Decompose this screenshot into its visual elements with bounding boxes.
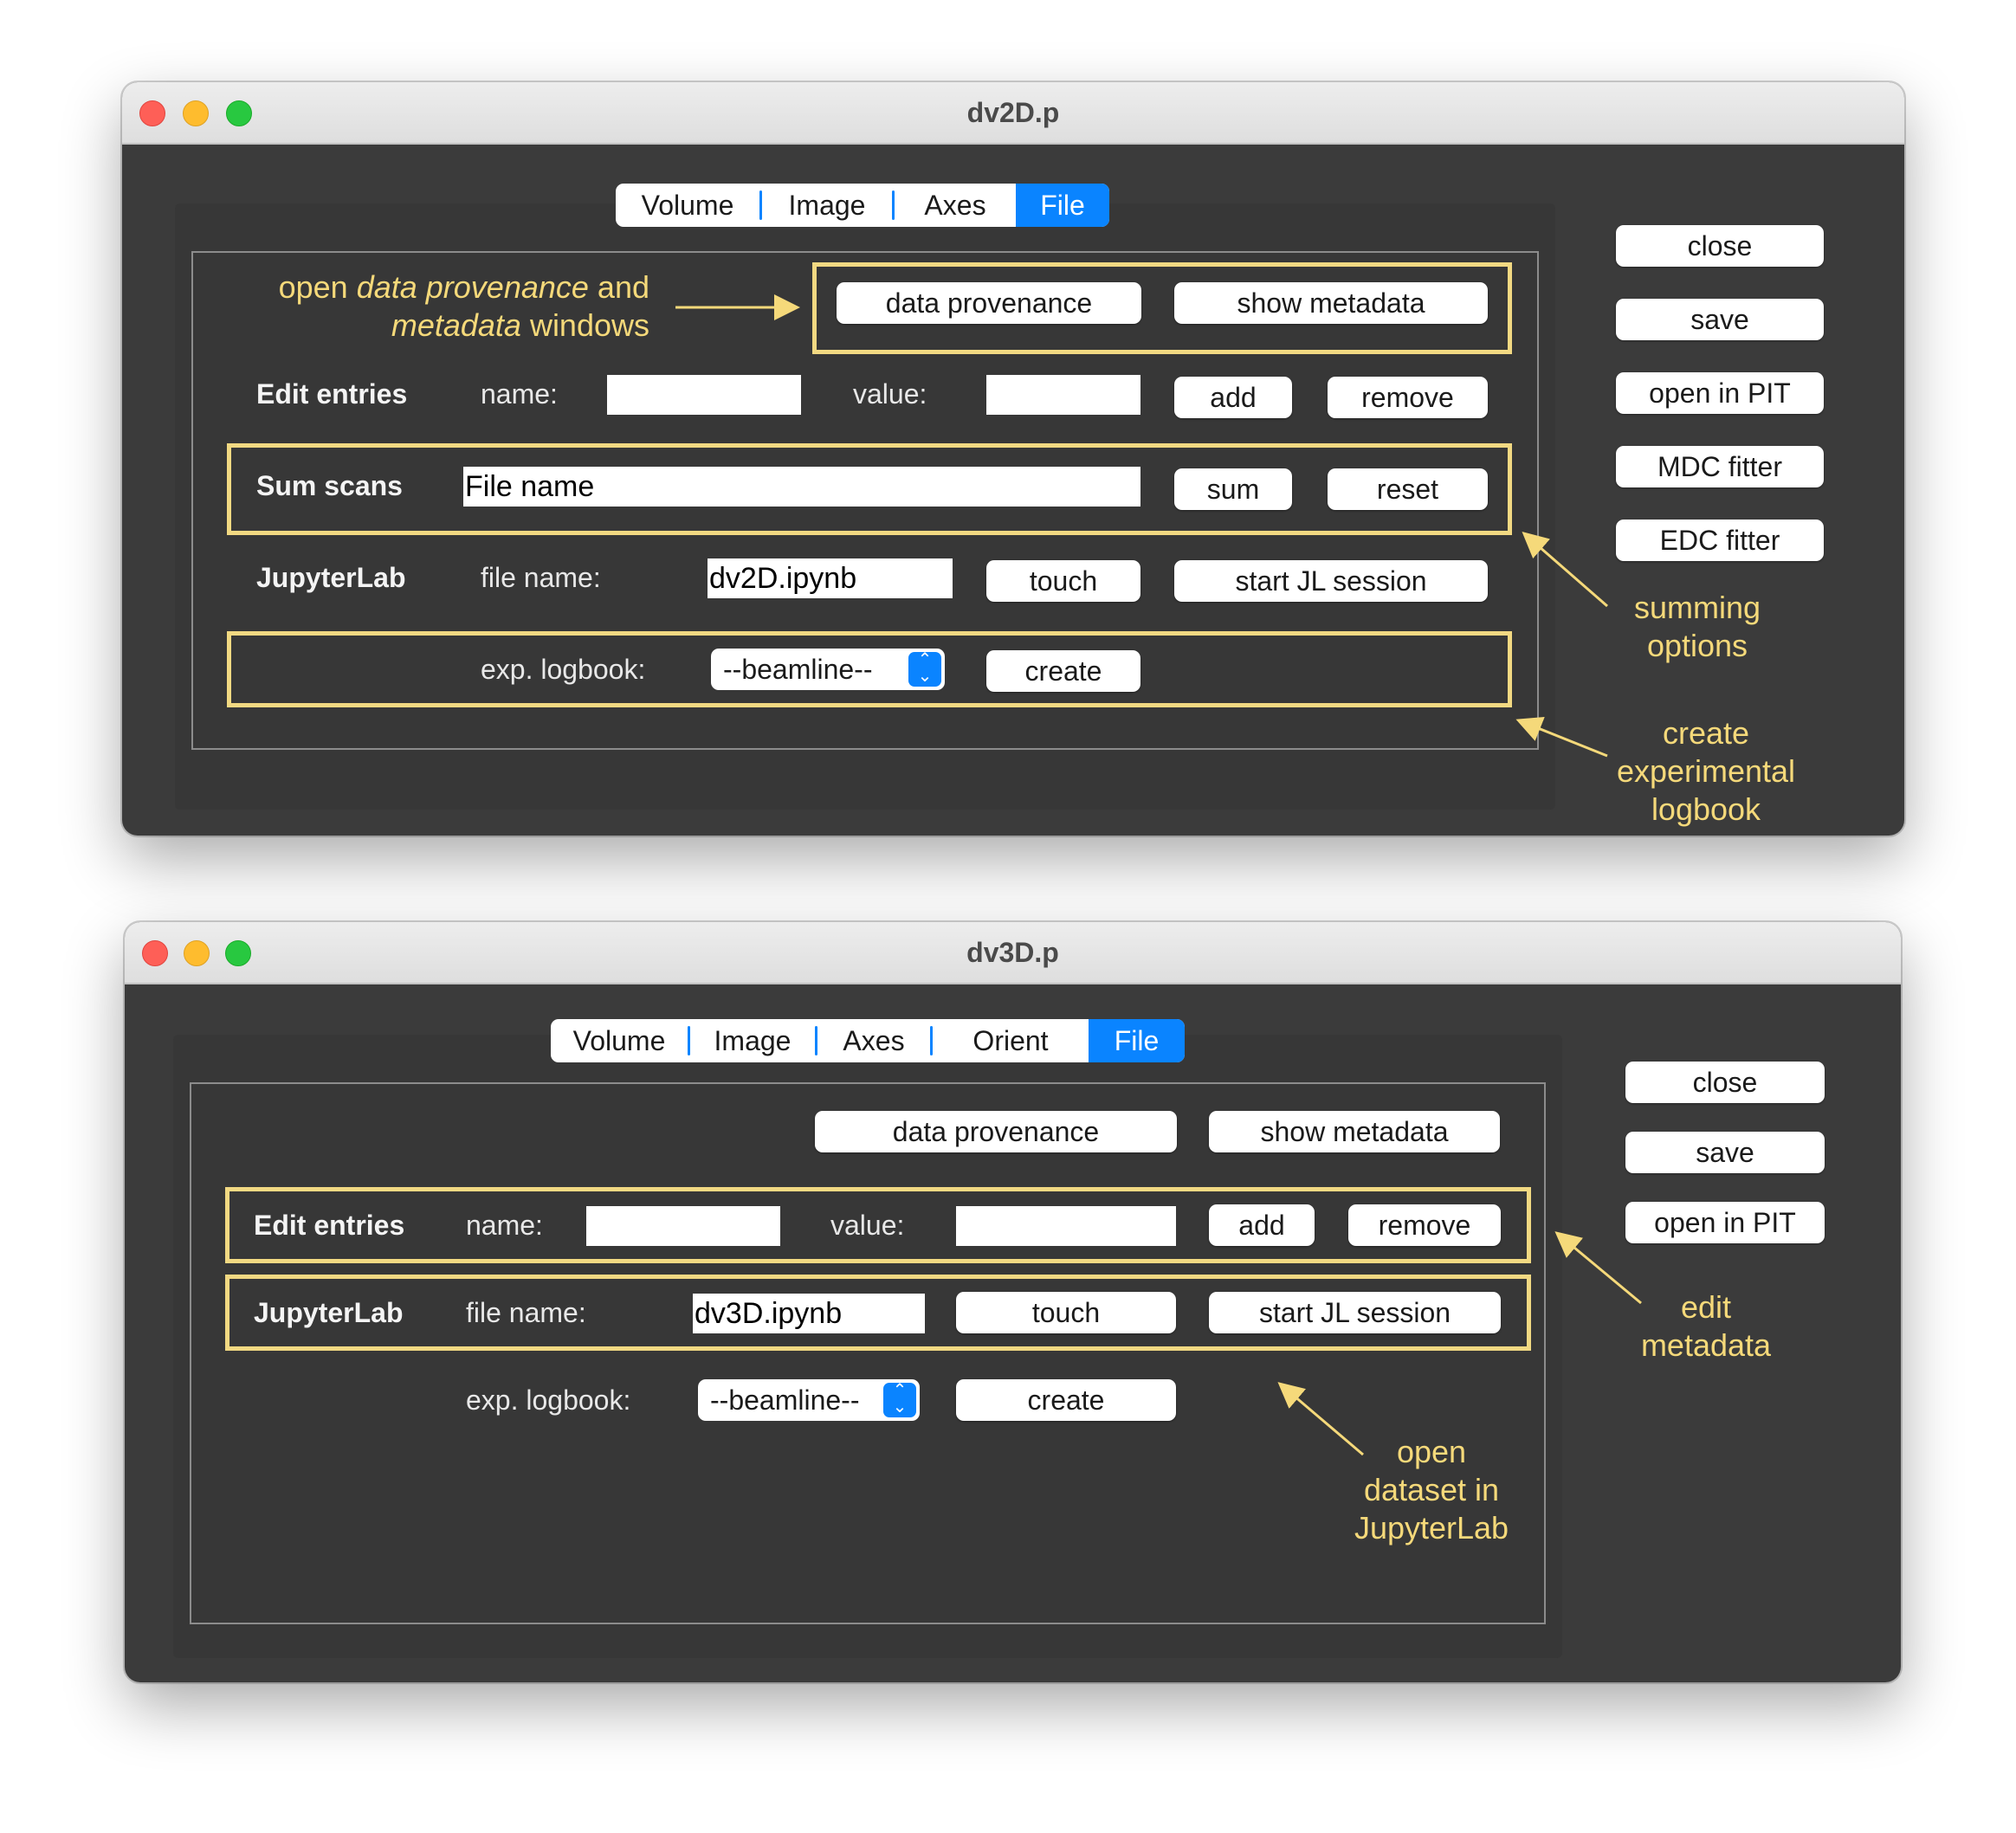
arrow-summing-options <box>1522 532 1608 608</box>
arrow-create-logbook <box>1515 716 1608 758</box>
annotation-summing-options: summing options <box>1633 590 1761 663</box>
annotation-create-logbook: create experimental logbook <box>1616 715 1796 827</box>
annotation-open-jupyterlab: open dataset in JupyterLab <box>1354 1434 1509 1546</box>
annotation-open-windows: open data provenance and metadata window… <box>278 269 649 343</box>
annotation-edit-metadata: edit metadata <box>1640 1289 1772 1363</box>
